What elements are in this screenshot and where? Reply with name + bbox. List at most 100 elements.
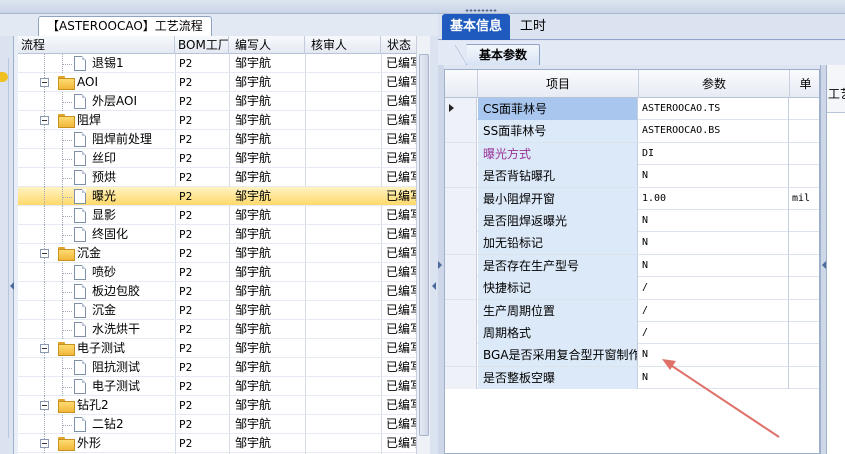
row-selector[interactable] <box>445 232 477 255</box>
collapse-toggle-icon[interactable] <box>40 401 49 410</box>
tree-step-row[interactable]: 外层AOI P2 邹宇航 已编写 <box>18 92 416 111</box>
tab-basic-info[interactable]: 基本信息 <box>442 14 511 40</box>
tree-step-row[interactable]: 水洗烘干 P2 邹宇航 已编写 <box>18 320 416 339</box>
tree-step-row[interactable]: 显影 P2 邹宇航 已编写 <box>18 206 416 225</box>
param-item-label: 快捷标记 <box>478 277 638 300</box>
tree-step-row[interactable]: 喷砂 P2 邹宇航 已编写 <box>18 263 416 282</box>
param-row[interactable]: BGA是否采用复合型开窗制作 N <box>445 344 819 367</box>
tree-folder-row[interactable]: 外形 P2 邹宇航 已编写 <box>18 434 416 453</box>
tree-step-row[interactable]: 沉金 P2 邹宇航 已编写 <box>18 301 416 320</box>
tree-connector <box>63 102 72 103</box>
panel-splitter[interactable] <box>430 36 438 454</box>
row-selector[interactable] <box>445 299 477 322</box>
param-row[interactable]: CS面菲林号 ASTEROOCAO.TS <box>445 98 819 121</box>
reviewer-cell <box>311 434 379 453</box>
collapse-left-arrow-icon[interactable] <box>10 282 14 290</box>
param-row[interactable]: 快捷标记 / <box>445 277 819 300</box>
collapse-arrow-icon[interactable] <box>432 282 436 290</box>
tree-folder-row[interactable]: 钻孔2 P2 邹宇航 已编写 <box>18 396 416 415</box>
tree-folder-row[interactable]: 阻焊 P2 邹宇航 已编写 <box>18 111 416 130</box>
row-selector[interactable] <box>445 321 477 344</box>
param-value-field[interactable]: / <box>639 299 789 322</box>
tree-step-row[interactable]: 板边包胶 P2 邹宇航 已编写 <box>18 282 416 301</box>
row-selector[interactable] <box>445 187 477 210</box>
tree-step-row[interactable]: 丝印 P2 邹宇航 已编写 <box>18 149 416 168</box>
column-header-reviewer[interactable]: 核审人 <box>305 36 381 54</box>
param-row[interactable]: 曝光方式 DI <box>445 142 819 166</box>
row-selector[interactable] <box>445 254 477 277</box>
row-selector[interactable] <box>445 344 477 367</box>
reviewer-cell <box>311 396 379 415</box>
tree-step-row[interactable]: 阻焊前处理 P2 邹宇航 已编写 <box>18 130 416 149</box>
tree-folder-row[interactable]: AOI P2 邹宇航 已编写 <box>18 73 416 92</box>
column-header-item[interactable]: 项目 <box>478 70 639 98</box>
collapse-toggle-icon[interactable] <box>40 116 49 125</box>
param-value-field[interactable]: N <box>639 232 789 255</box>
param-value-field[interactable]: ASTEROOCAO.BS <box>639 120 789 143</box>
param-row[interactable]: 加无铅标记 N <box>445 232 819 255</box>
param-value-field[interactable]: DI <box>639 142 789 165</box>
param-row[interactable]: 生产周期位置 / <box>445 299 819 322</box>
author-cell: 邹宇航 <box>235 132 272 146</box>
collapse-toggle-icon[interactable] <box>40 78 49 87</box>
tree-step-row[interactable]: 曝光 P2 邹宇航 已编写 <box>18 187 416 206</box>
param-value-field[interactable]: / <box>639 277 789 300</box>
tree-node-label: 喷砂 <box>92 265 117 279</box>
param-row[interactable]: 是否背钻曝孔 N <box>445 165 819 188</box>
tree-step-row[interactable]: 退锡1 P2 邹宇航 已编写 <box>18 54 416 73</box>
column-header-status[interactable]: 状态 <box>381 36 416 54</box>
tree-step-row[interactable]: 二钻2 P2 邹宇航 已编写 <box>18 415 416 434</box>
collapse-toggle-icon[interactable] <box>40 439 49 448</box>
row-selector[interactable] <box>445 142 477 165</box>
param-row[interactable]: 是否存在生产型号 N <box>445 254 819 278</box>
row-selector[interactable] <box>445 277 477 300</box>
process-tree-scrollbar[interactable] <box>416 36 430 454</box>
left-collapse-strip[interactable] <box>0 36 14 454</box>
param-value-field[interactable]: N <box>639 344 789 367</box>
param-row[interactable]: 周期格式 / <box>445 321 819 345</box>
param-value-field[interactable]: ASTEROOCAO.TS <box>639 98 789 120</box>
param-row[interactable]: 最小阻焊开窗 1.00 mil <box>445 187 819 210</box>
column-header-unit[interactable]: 单 <box>790 70 819 98</box>
collapse-toggle-icon[interactable] <box>40 249 49 258</box>
row-selector[interactable] <box>445 120 477 143</box>
top-splitter[interactable] <box>0 0 845 14</box>
author-cell: 邹宇航 <box>235 417 272 431</box>
collapse-toggle-icon[interactable] <box>40 344 49 353</box>
splitter-grip[interactable] <box>465 9 497 12</box>
param-row[interactable]: SS面菲林号 ASTEROOCAO.BS <box>445 120 819 143</box>
tree-step-row[interactable]: 电子测试 P2 邹宇航 已编写 <box>18 377 416 396</box>
param-value-field[interactable]: N <box>639 165 789 188</box>
tab-basic-params[interactable]: 基本参数 <box>454 44 541 65</box>
column-header-author[interactable]: 编写人 <box>229 36 305 54</box>
param-row[interactable]: 是否阻焊返曝光 N <box>445 209 819 233</box>
tree-step-row[interactable]: 终固化 P2 邹宇航 已编写 <box>18 225 416 244</box>
folder-icon <box>58 247 75 261</box>
tab-work-hours[interactable]: 工时 <box>512 14 554 40</box>
params-grid-header: 项目 参数 单 <box>445 70 819 98</box>
param-row[interactable]: 是否整板空曝 N <box>445 366 819 390</box>
row-selector[interactable] <box>445 165 477 188</box>
current-row-indicator-icon <box>449 104 454 112</box>
param-value-field[interactable]: N <box>639 366 789 389</box>
tree-node-label: 二钻2 <box>92 417 124 431</box>
tree-step-row[interactable]: 预烘 P2 邹宇航 已编写 <box>18 168 416 187</box>
column-header-bom[interactable]: BOM工厂 <box>175 36 229 54</box>
author-cell: 邹宇航 <box>235 341 272 355</box>
column-header-flow[interactable]: 流程 <box>18 36 175 54</box>
author-cell: 邹宇航 <box>235 265 272 279</box>
param-value-field[interactable]: 1.00 <box>639 187 789 210</box>
scrollbar-thumb[interactable] <box>419 54 429 436</box>
tree-folder-row[interactable]: 电子测试 P2 邹宇航 已编写 <box>18 339 416 358</box>
row-selector[interactable] <box>445 366 477 389</box>
param-value-field[interactable]: N <box>639 209 789 232</box>
param-value-field[interactable]: N <box>639 254 789 277</box>
column-header-param[interactable]: 参数 <box>639 70 790 98</box>
row-selector[interactable] <box>445 98 477 120</box>
param-value-field[interactable]: / <box>639 321 789 344</box>
expand-arrow-icon[interactable] <box>438 261 442 269</box>
tree-step-row[interactable]: 阻抗测试 P2 邹宇航 已编写 <box>18 358 416 377</box>
row-selector[interactable] <box>445 209 477 232</box>
tree-folder-row[interactable]: 沉金 P2 邹宇航 已编写 <box>18 244 416 263</box>
process-flow-tab[interactable]: 【ASTEROOCAO】工艺流程 <box>38 16 212 36</box>
